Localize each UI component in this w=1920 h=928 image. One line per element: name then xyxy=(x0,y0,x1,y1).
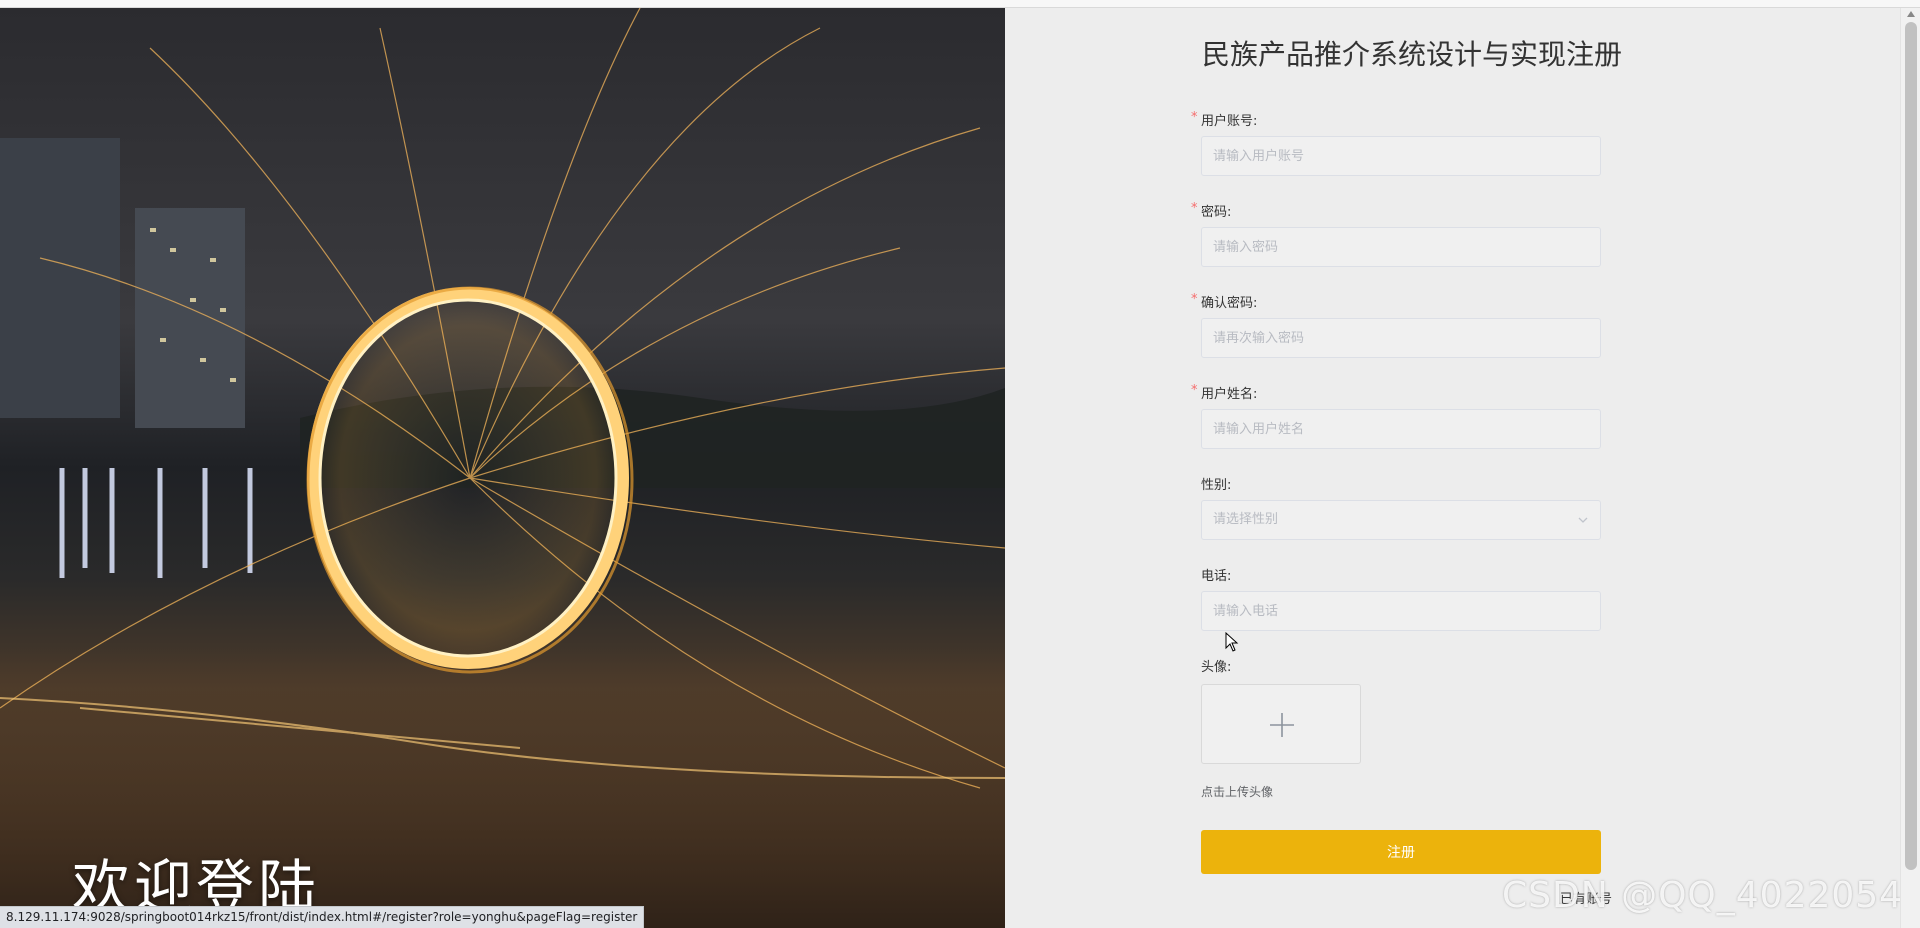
browser-top-edge xyxy=(0,0,1920,8)
csdn-watermark: CSDN @QQ_402205496 xyxy=(1502,875,1920,916)
phone-input[interactable] xyxy=(1201,591,1601,631)
register-button[interactable]: 注册 xyxy=(1201,830,1601,874)
confirm-password-input[interactable] xyxy=(1201,318,1601,358)
register-form: 民族产品推介系统设计与实现注册 *用户账号: *密码: *确认密码: *用户姓名… xyxy=(1005,8,1900,928)
scroll-thumb[interactable] xyxy=(1905,22,1917,870)
field-label-password: * 密码: xyxy=(1191,201,1232,220)
gender-select-placeholder: 请选择性别 xyxy=(1213,512,1279,527)
page-scrollbar[interactable] xyxy=(1900,8,1920,928)
status-bar-url: 8.129.11.174:9028/springboot014rkz15/fro… xyxy=(0,906,645,928)
required-mark: * xyxy=(1191,201,1198,216)
steel-wool-photo xyxy=(0,8,1005,928)
field-label-phone: 电话: xyxy=(1201,569,1232,584)
required-mark: * xyxy=(1191,110,1198,125)
scroll-up-arrow-icon[interactable] xyxy=(1907,11,1915,17)
plus-icon xyxy=(1270,713,1294,737)
required-mark: * xyxy=(1191,292,1198,307)
gender-select[interactable]: 请选择性别 xyxy=(1201,500,1601,540)
field-label-confirm-password: * 确认密码: xyxy=(1191,292,1258,311)
field-label-avatar: 头像: xyxy=(1201,660,1232,675)
avatar-upload[interactable] xyxy=(1201,684,1361,764)
hero-image: 欢迎登陆 xyxy=(0,8,1005,928)
avatar-upload-tip: 点击上传头像 xyxy=(1201,785,1274,799)
required-mark: * xyxy=(1191,383,1198,398)
field-label-username: * 用户账号: xyxy=(1191,110,1258,129)
real-name-input[interactable] xyxy=(1201,409,1601,449)
username-input[interactable] xyxy=(1201,136,1601,176)
field-label-real-name: * 用户姓名: xyxy=(1191,383,1258,402)
mouse-cursor-icon xyxy=(1225,632,1239,652)
password-input[interactable] xyxy=(1201,227,1601,267)
chevron-down-icon xyxy=(1578,517,1588,523)
page-title: 民族产品推介系统设计与实现注册 xyxy=(1202,38,1623,71)
field-label-gender: 性别: xyxy=(1201,478,1232,493)
